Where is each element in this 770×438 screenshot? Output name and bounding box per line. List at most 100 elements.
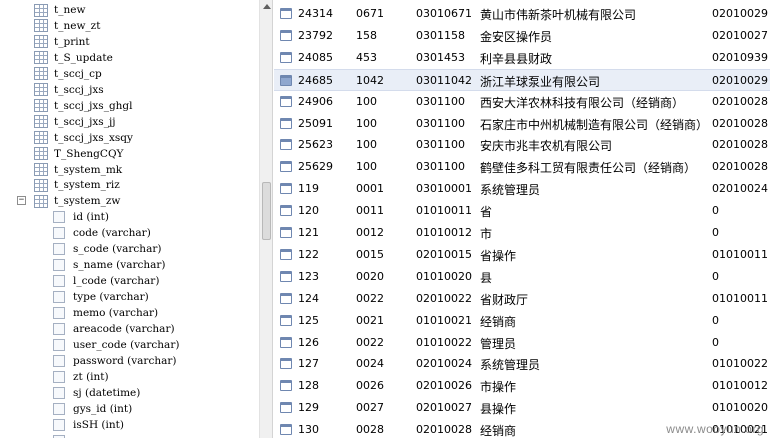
table-row[interactable]: 124 0022 02010022 省财政厅 01010011 — [274, 288, 770, 310]
tree-column-node[interactable]: l_code (varchar) — [53, 273, 159, 289]
table-row[interactable]: 129 0027 02010027 县操作 01010020 — [274, 397, 770, 419]
cell-code: 0011 — [356, 204, 384, 218]
table-row[interactable]: 123 0020 01010020 县 0 — [274, 266, 770, 288]
cell-s-name: 管理员 — [480, 336, 517, 351]
tree-column-node[interactable]: gys_id (int) — [53, 401, 132, 417]
table-row[interactable]: 25623 100 0301100 安庆市兆丰农机有限公司 02010028 — [274, 134, 770, 156]
tree-table-node[interactable]: t_sccj_jxs_jj — [34, 114, 115, 130]
tree-column-node[interactable]: user_code (varchar) — [53, 337, 179, 353]
tree-table-node[interactable]: t_S_update — [34, 50, 113, 66]
tree-column-node[interactable]: sj (datetime) — [53, 385, 140, 401]
tree-table-node[interactable]: t_new — [34, 2, 85, 18]
tree-node-label: zt (int) — [73, 370, 109, 383]
row-icon — [280, 270, 292, 282]
cell-s-code: 0301100 — [416, 94, 465, 108]
tree-node-label: s_code (varchar) — [73, 243, 162, 256]
cell-code: 0001 — [356, 182, 384, 196]
tree-column-node[interactable]: s_code (varchar) — [53, 241, 161, 257]
scrollbar-thumb[interactable] — [262, 182, 271, 240]
row-icon — [280, 95, 292, 107]
tree-node-label: id (int) — [73, 211, 109, 224]
tree-node-label: memo (varchar) — [73, 307, 159, 320]
collapse-icon[interactable]: − — [17, 196, 26, 206]
table-row[interactable]: 122 0015 02010015 省操作 01010011 — [274, 244, 770, 266]
tree-table-node[interactable]: T_ShengCQY — [34, 146, 123, 162]
table-row[interactable]: 24314 0671 03010671 黄山市伟新茶叶机械有限公司 02010029 — [274, 3, 770, 25]
cell-l-code: 0 — [712, 335, 719, 349]
cell-s-name: 石家庄市中州机械制造有限公司（经销商） — [480, 117, 709, 132]
column-icon — [53, 386, 65, 399]
tree-table-node[interactable]: t_sccj_jxs_ghgl — [34, 98, 133, 114]
tree-table-node[interactable]: t_new_zt — [34, 18, 100, 34]
cell-l-code: 02010939 — [712, 50, 768, 64]
cell-id: 23792 — [298, 28, 333, 42]
cell-code: 0021 — [356, 313, 384, 327]
table-row[interactable]: 127 0024 02010024 系统管理员 01010022 — [274, 353, 770, 375]
row-icon — [280, 74, 292, 86]
cell-id: 127 — [298, 357, 319, 371]
table-icon — [34, 99, 48, 113]
cell-l-code: 02010028 — [712, 138, 768, 152]
tree-table-node[interactable]: t_sccj_cp — [34, 66, 102, 82]
tree-table-node[interactable]: t_print — [34, 34, 90, 50]
tree-node-label: t_S_update — [54, 51, 113, 64]
column-icon — [53, 227, 65, 240]
tree-table-node[interactable]: t_system_zw — [34, 193, 120, 209]
table-row[interactable]: 126 0022 01010022 管理员 0 — [274, 332, 770, 354]
tree-column-node[interactable] — [53, 433, 73, 438]
tree-node-label: t_sccj_cp — [54, 67, 102, 80]
column-icon — [53, 354, 65, 367]
table-row[interactable]: 24685 1042 03011042 浙江羊球泵业有限公司 02010029 — [274, 68, 770, 91]
row-icon — [280, 314, 292, 326]
cell-id: 24906 — [298, 94, 333, 108]
cell-s-code: 02010022 — [416, 291, 472, 305]
cell-s-name: 系统管理员 — [480, 358, 541, 373]
table-row[interactable]: 25091 100 0301100 石家庄市中州机械制造有限公司（经销商） 020100… — [274, 113, 770, 135]
cell-code: 453 — [356, 50, 377, 64]
tree-column-node[interactable]: type (varchar) — [53, 289, 149, 305]
tree-table-node[interactable]: t_system_riz — [34, 177, 120, 193]
tree-column-node[interactable]: s_name (varchar) — [53, 257, 166, 273]
cell-s-name: 市 — [480, 227, 493, 241]
table-row[interactable]: 121 0012 01010012 市 0 — [274, 222, 770, 244]
tree-column-node[interactable]: areacode (varchar) — [53, 321, 175, 337]
tree-column-node[interactable]: zt (int) — [53, 369, 109, 385]
cell-code: 100 — [356, 160, 377, 174]
cell-s-code: 03010671 — [416, 7, 472, 20]
cell-code: 0020 — [356, 269, 384, 283]
tree-node-label: t_new_zt — [54, 19, 101, 32]
tree-scrollbar[interactable] — [259, 0, 273, 438]
cell-l-code: 01010022 — [712, 357, 768, 371]
table-row[interactable]: 120 0011 01010011 省 0 — [274, 200, 770, 222]
table-row[interactable]: 25629 100 0301100 鹤壁佳多科工贸有限责任公司（经销商） 0201002… — [274, 156, 770, 178]
tree-node-label: t_system_riz — [54, 179, 120, 192]
cell-s-code: 02010028 — [416, 423, 472, 437]
row-icon — [280, 358, 292, 370]
table-row[interactable]: 24906 100 0301100 西安大洋农林科技有限公司（经销商） 02010028 — [274, 91, 770, 113]
table-row[interactable]: 119 0001 03010001 系统管理员 02010024 — [274, 178, 770, 200]
tree-table-node[interactable]: t_sccj_jxs — [34, 82, 104, 98]
tree-table-node[interactable]: t_sccj_jxs_xsqy — [34, 130, 133, 146]
tree-node-label: password (varchar) — [73, 354, 177, 367]
table-row[interactable]: 128 0026 02010026 市操作 01010012 — [274, 375, 770, 397]
row-icon — [280, 336, 292, 348]
table-icon — [34, 163, 48, 176]
tree-column-node[interactable]: memo (varchar) — [53, 305, 158, 321]
table-row[interactable]: 23792 158 0301158 金安区操作员 02010027 — [274, 25, 770, 47]
tree-column-node[interactable]: id (int) — [53, 209, 109, 225]
cell-code: 100 — [356, 138, 377, 152]
column-icon — [53, 243, 65, 256]
tree-column-node[interactable]: password (varchar) — [53, 353, 176, 369]
table-icon — [34, 19, 48, 33]
cell-l-code: 0 — [712, 226, 719, 239]
table-row[interactable]: 125 0021 01010021 经销商 0 — [274, 310, 770, 332]
table-icon — [34, 35, 48, 49]
cell-s-code: 03011042 — [416, 73, 472, 87]
table-row[interactable]: 24085 453 0301453 利辛县县财政 02010939 — [274, 47, 770, 69]
cell-id: 129 — [298, 401, 319, 415]
tree-column-node[interactable]: isSH (int) — [53, 417, 124, 433]
scroll-up-icon[interactable] — [263, 4, 271, 9]
tree-column-node[interactable]: code (varchar) — [53, 225, 151, 241]
tree-table-node[interactable]: t_system_mk — [34, 162, 122, 178]
tree-node-label: t_system_zw — [54, 195, 121, 208]
